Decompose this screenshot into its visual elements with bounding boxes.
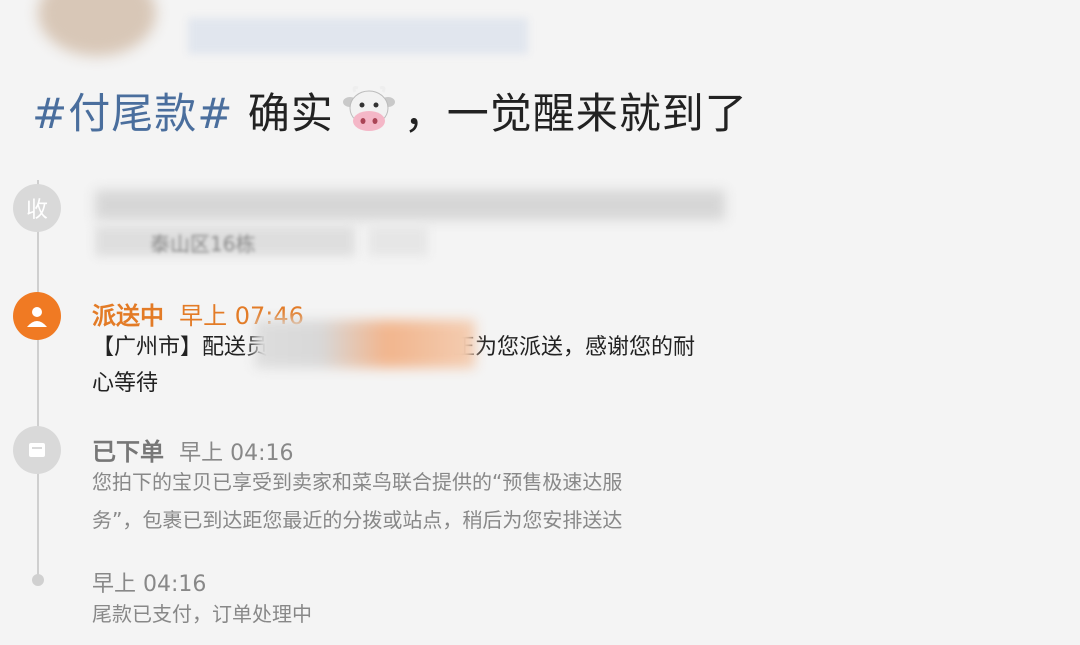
event-desc-line2: 务”，包裹已到达距您最近的分拨或站点，稍后为您安排送达 bbox=[92, 508, 623, 532]
address-redacted-3 bbox=[368, 226, 428, 256]
username-redacted[interactable] bbox=[188, 18, 528, 54]
delivery-person-icon bbox=[13, 292, 61, 340]
cow-face-emoji-icon bbox=[342, 86, 396, 136]
event-desc-line1: 您拍下的宝贝已享受到卖家和菜鸟联合提供的“预售极速达服 bbox=[92, 470, 623, 494]
event-status: 已下单 bbox=[92, 438, 164, 466]
event-desc-suffix: 正为您派送，感谢您的耐 bbox=[453, 335, 696, 360]
event-header: 已下单 早上 04:16 bbox=[92, 432, 294, 467]
event-time: 早上 04:16 bbox=[92, 572, 207, 597]
event-desc-line2: 心等待 bbox=[92, 371, 159, 396]
address-partial: 泰山区16栋 bbox=[150, 232, 256, 256]
timeline-dot bbox=[32, 574, 44, 586]
event-desc-prefix: 【广州市】配送员 bbox=[92, 335, 269, 360]
receive-node-icon: 收 bbox=[13, 184, 61, 232]
event-desc-line1: 尾款已支付，订单处理中 bbox=[92, 602, 312, 626]
order-node-icon bbox=[13, 426, 61, 474]
receive-node-label: 收 bbox=[25, 198, 48, 223]
event-status: 派送中 bbox=[92, 302, 164, 330]
avatar[interactable] bbox=[38, 0, 156, 56]
address-redacted bbox=[95, 190, 725, 220]
courier-name-redacted bbox=[255, 320, 475, 368]
hashtag-link[interactable]: #付尾款# bbox=[32, 89, 233, 138]
event-time: 早上 04:16 bbox=[179, 441, 294, 466]
post-text: #付尾款# 确实 ，一觉醒来就到了 bbox=[32, 84, 748, 144]
timeline-line bbox=[37, 180, 39, 585]
post-text-part2: ，一觉醒来就到了 bbox=[403, 89, 748, 138]
post-text-part1: 确实 bbox=[233, 89, 334, 138]
